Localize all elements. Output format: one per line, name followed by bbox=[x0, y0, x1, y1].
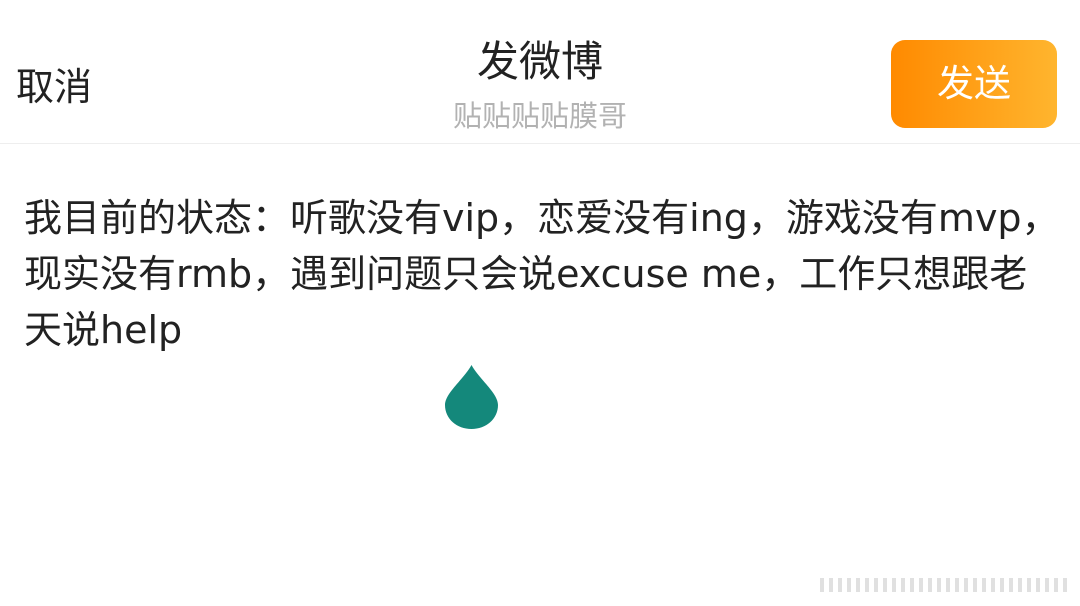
watermark-icon bbox=[820, 578, 1067, 592]
top-bar: 取消 发微博 贴贴贴贴膜哥 发送 bbox=[0, 0, 1080, 144]
send-button[interactable]: 发送 bbox=[891, 40, 1057, 128]
account-name: 贴贴贴贴膜哥 bbox=[452, 99, 627, 133]
cancel-button[interactable]: 取消 bbox=[16, 62, 92, 112]
cursor-handle-icon[interactable] bbox=[443, 363, 500, 431]
title-group: 发微博 贴贴贴贴膜哥 bbox=[340, 36, 740, 134]
page-title: 发微博 bbox=[476, 37, 603, 86]
compose-text-area[interactable]: 我目前的状态：听歌没有vip，恋爱没有ing，游戏没有mvp，现实没有rmb，遇… bbox=[24, 190, 1064, 358]
